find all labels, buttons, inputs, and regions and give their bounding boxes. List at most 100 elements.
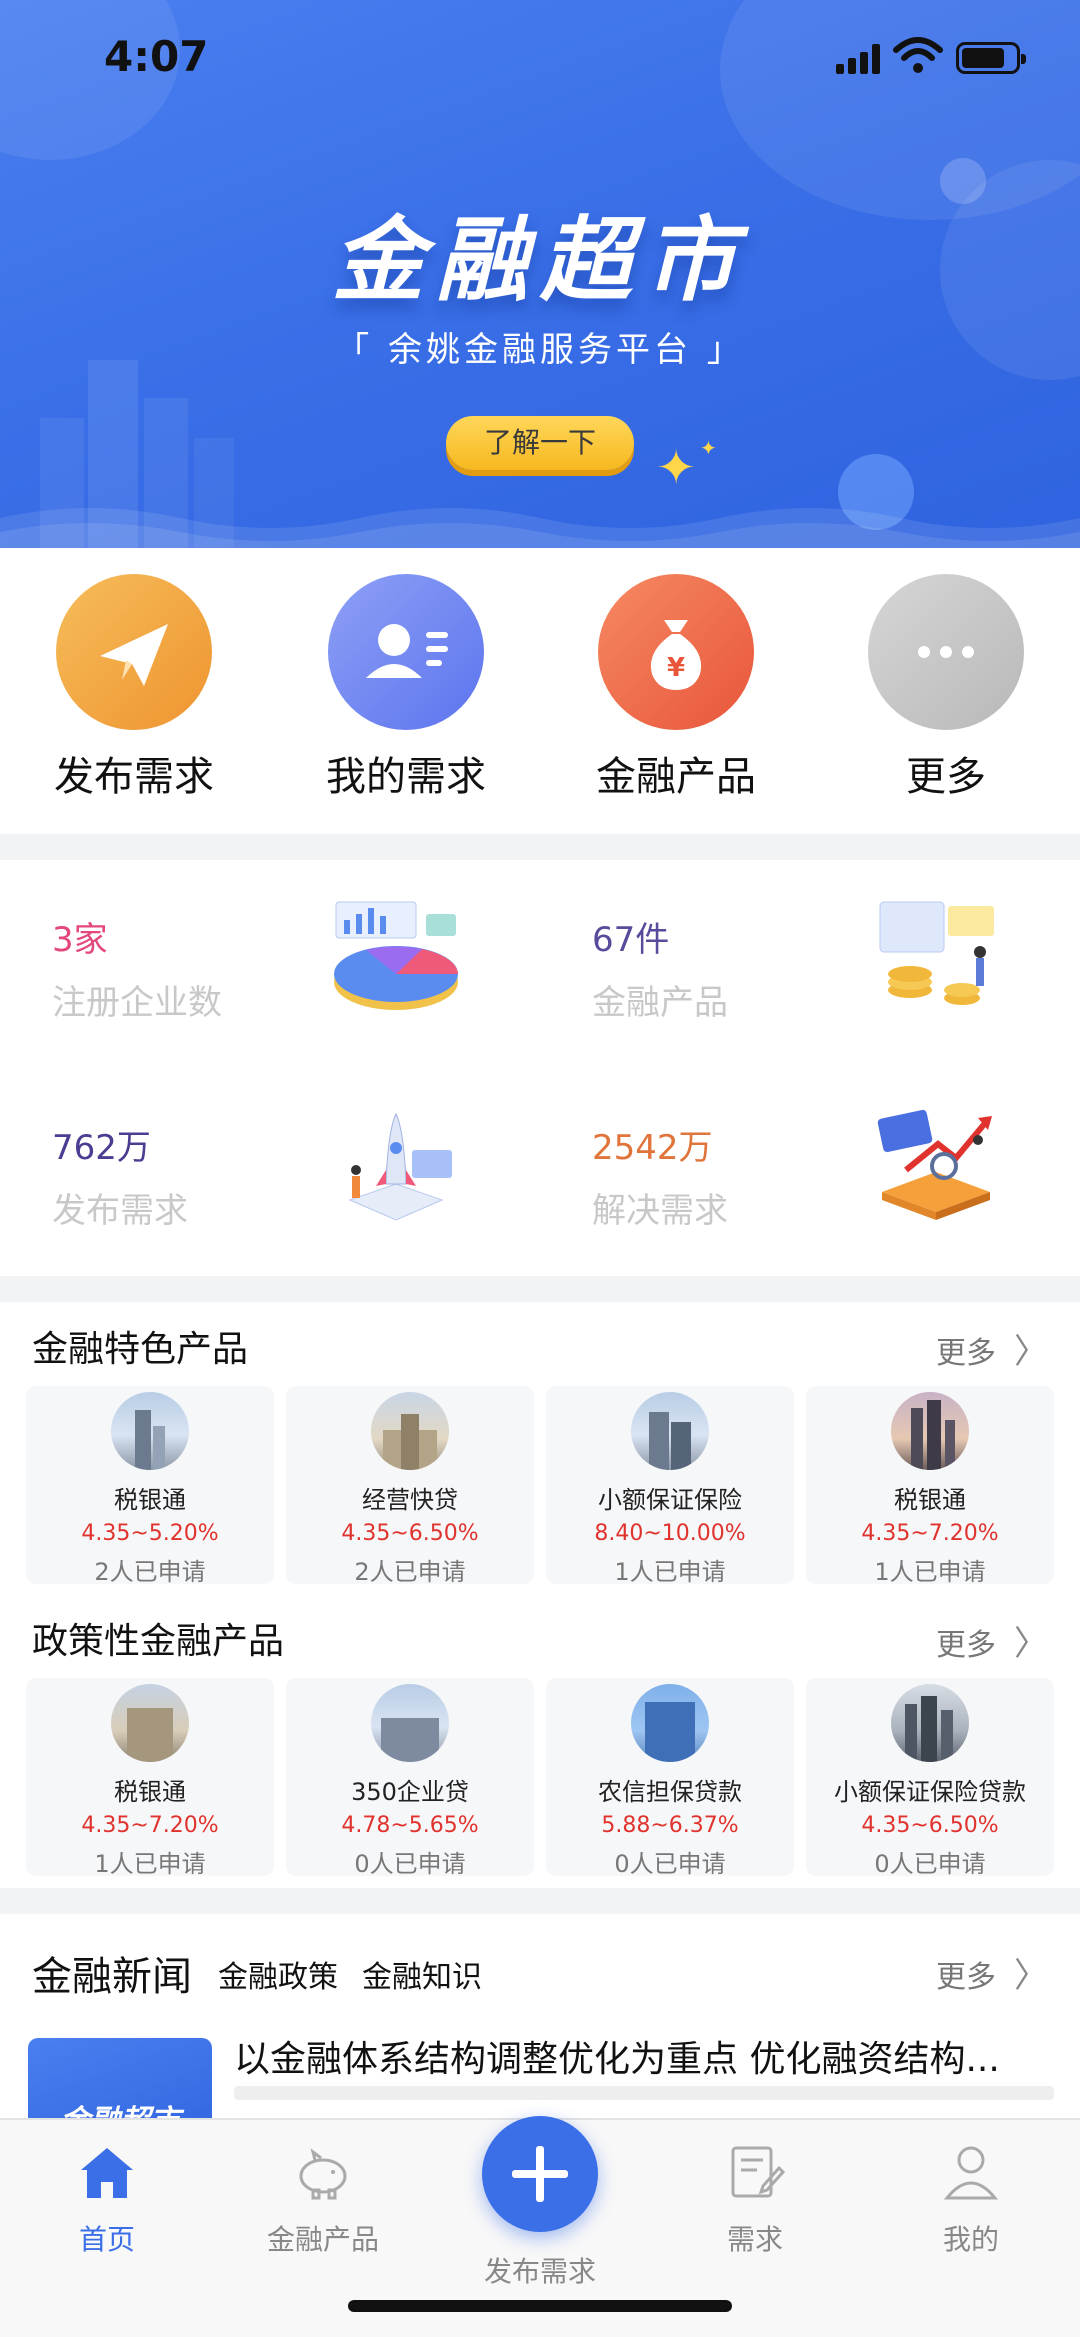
building-photo-icon — [111, 1684, 189, 1762]
cellular-signal-icon — [836, 44, 880, 74]
building-photo-icon — [891, 1392, 969, 1470]
more-dots-icon — [868, 574, 1024, 730]
featured-products-header: 金融特色产品 更多〉 — [32, 1320, 1048, 1373]
product-applicants: 1人已申请 — [874, 1558, 986, 1586]
stat-value: 762万 — [52, 1128, 151, 1168]
product-applicants: 0人已申请 — [874, 1850, 986, 1878]
product-card[interactable]: 税银通 4.35~7.20% 1人已申请 — [806, 1386, 1054, 1586]
product-name: 税银通 — [114, 1778, 186, 1806]
news-more-link[interactable]: 更多〉 — [936, 1948, 1048, 1997]
quick-action-label: 更多 — [906, 754, 986, 800]
stat-solved-demands: 2542万 解决需求 — [592, 1120, 852, 1232]
hero-banner[interactable]: 4:07 金融超市 「 余姚金融服务平台 」 了解一下 ✦ ✦ — [0, 0, 1080, 548]
learn-more-button[interactable]: 了解一下 — [446, 416, 634, 470]
more-label: 更多 — [936, 1336, 996, 1371]
tab-mine[interactable]: 我的 — [896, 2140, 1046, 2258]
person-icon — [943, 2146, 999, 2200]
product-applicants: 2人已申请 — [354, 1558, 466, 1586]
product-card[interactable]: 350企业贷 4.78~5.65% 0人已申请 — [286, 1678, 534, 1878]
publish-demand-label: 发布需求 — [483, 2255, 596, 2288]
status-bar: 4:07 — [0, 0, 1080, 110]
paper-plane-icon — [56, 574, 212, 730]
product-rate: 4.35~5.20% — [81, 1521, 219, 1546]
news-title[interactable]: 金融新闻 — [32, 1944, 192, 2002]
news-summary-line — [234, 2086, 1054, 2100]
news-section: 金融新闻 金融政策 金融知识 更多〉 金融超市 以金融体系结构调整优化为重点 优… — [0, 1914, 1080, 2124]
building-photo-icon — [371, 1684, 449, 1762]
stat-published-demands: 762万 发布需求 — [52, 1120, 312, 1232]
product-card[interactable]: 农信担保贷款 5.88~6.37% 0人已申请 — [546, 1678, 794, 1878]
stat-value: 67件 — [592, 920, 670, 960]
product-rate: 4.35~7.20% — [861, 1521, 999, 1546]
more-label: 更多 — [936, 1960, 996, 1995]
stat-value: 2542万 — [592, 1128, 713, 1168]
stats-panel: 3家 注册企业数 67件 金融产品 762万 发布需求 2542万 解决需求 — [0, 860, 1080, 1276]
more-label: 更多 — [936, 1628, 996, 1663]
product-card[interactable]: 税银通 4.35~7.20% 1人已申请 — [26, 1678, 274, 1878]
product-applicants: 0人已申请 — [354, 1850, 466, 1878]
svg-text:¥: ¥ — [667, 653, 685, 683]
product-applicants: 2人已申请 — [94, 1558, 206, 1586]
quick-action-my-demands[interactable]: 我的需求 — [306, 574, 506, 802]
tab-label: 需求 — [726, 2223, 783, 2256]
coins-illustration — [879, 901, 994, 1005]
stat-value: 3家 — [52, 920, 108, 960]
product-rate: 4.35~7.20% — [81, 1813, 219, 1838]
tab-label: 首页 — [78, 2223, 135, 2256]
tab-home[interactable]: 首页 — [32, 2140, 182, 2258]
tab-demands[interactable]: 需求 — [680, 2140, 830, 2258]
news-headline[interactable]: 以金融体系结构调整优化为重点 优化融资结构... — [234, 2030, 1054, 2082]
product-name: 经营快贷 — [362, 1486, 458, 1514]
product-name: 350企业贷 — [351, 1778, 469, 1806]
hero-subtitle: 「 余姚金融服务平台 」 — [335, 330, 745, 370]
product-rate: 4.78~5.65% — [341, 1813, 479, 1838]
chevron-right-icon: 〉 — [1014, 1332, 1048, 1372]
building-photo-icon — [111, 1392, 189, 1470]
product-card[interactable]: 小额保证保险 8.40~10.00% 1人已申请 — [546, 1386, 794, 1586]
quick-actions: 发布需求 我的需求 ¥ 金融产品 更多 — [0, 548, 1080, 834]
wifi-icon — [893, 37, 943, 73]
product-card[interactable]: 经营快贷 4.35~6.50% 2人已申请 — [286, 1386, 534, 1586]
tab-financial-products[interactable]: 金融产品 — [248, 2140, 398, 2258]
hero-title: 金融超市 — [331, 207, 748, 314]
stat-label: 发布需求 — [52, 1191, 188, 1231]
policy-more-link[interactable]: 更多〉 — [936, 1616, 1048, 1665]
featured-more-link[interactable]: 更多〉 — [936, 1324, 1048, 1373]
product-name: 小额保证保险贷款 — [834, 1778, 1026, 1806]
product-applicants: 1人已申请 — [614, 1558, 726, 1586]
stat-label: 解决需求 — [592, 1191, 728, 1231]
tab-financial-policy[interactable]: 金融政策 — [218, 1952, 338, 1996]
home-indicator[interactable] — [348, 2300, 732, 2312]
product-rate: 4.35~6.50% — [341, 1521, 479, 1546]
sparkle-small-icon: ✦ — [700, 436, 717, 460]
piggy-bank-icon — [299, 2148, 347, 2200]
product-applicants: 1人已申请 — [94, 1850, 206, 1878]
section-title: 金融特色产品 — [32, 1329, 249, 1370]
quick-action-publish-demand[interactable]: 发布需求 — [34, 574, 234, 802]
building-photo-icon — [631, 1684, 709, 1762]
tab-label: 我的 — [942, 2223, 999, 2256]
building-photo-icon — [371, 1392, 449, 1470]
quick-action-label: 发布需求 — [54, 754, 214, 800]
building-photo-icon — [891, 1684, 969, 1762]
product-name: 税银通 — [114, 1486, 186, 1514]
products-section: 金融特色产品 更多〉 税银通 4.35~5.20% 2人已申请 经营快贷 4.3… — [0, 1302, 1080, 1888]
quick-action-financial-products[interactable]: ¥ 金融产品 — [576, 574, 776, 802]
section-title: 政策性金融产品 — [32, 1621, 285, 1662]
tab-label: 金融产品 — [266, 2223, 379, 2256]
building-photo-icon — [631, 1392, 709, 1470]
product-card[interactable]: 小额保证保险贷款 4.35~6.50% 0人已申请 — [806, 1678, 1054, 1878]
news-thumbnail[interactable]: 金融超市 — [28, 2038, 212, 2124]
status-time: 4:07 — [104, 32, 209, 81]
stat-label: 金融产品 — [592, 983, 728, 1023]
user-card-icon — [328, 574, 484, 730]
product-card[interactable]: 税银通 4.35~5.20% 2人已申请 — [26, 1386, 274, 1586]
quick-action-label: 金融产品 — [596, 754, 756, 800]
policy-products-header: 政策性金融产品 更多〉 — [32, 1612, 1048, 1665]
edit-document-icon — [731, 2146, 786, 2198]
product-rate: 8.40~10.00% — [594, 1521, 746, 1546]
money-bag-icon: ¥ — [598, 574, 754, 730]
quick-action-more[interactable]: 更多 — [846, 574, 1046, 802]
tab-financial-knowledge[interactable]: 金融知识 — [362, 1952, 482, 1996]
publish-demand-fab[interactable] — [482, 2116, 598, 2232]
